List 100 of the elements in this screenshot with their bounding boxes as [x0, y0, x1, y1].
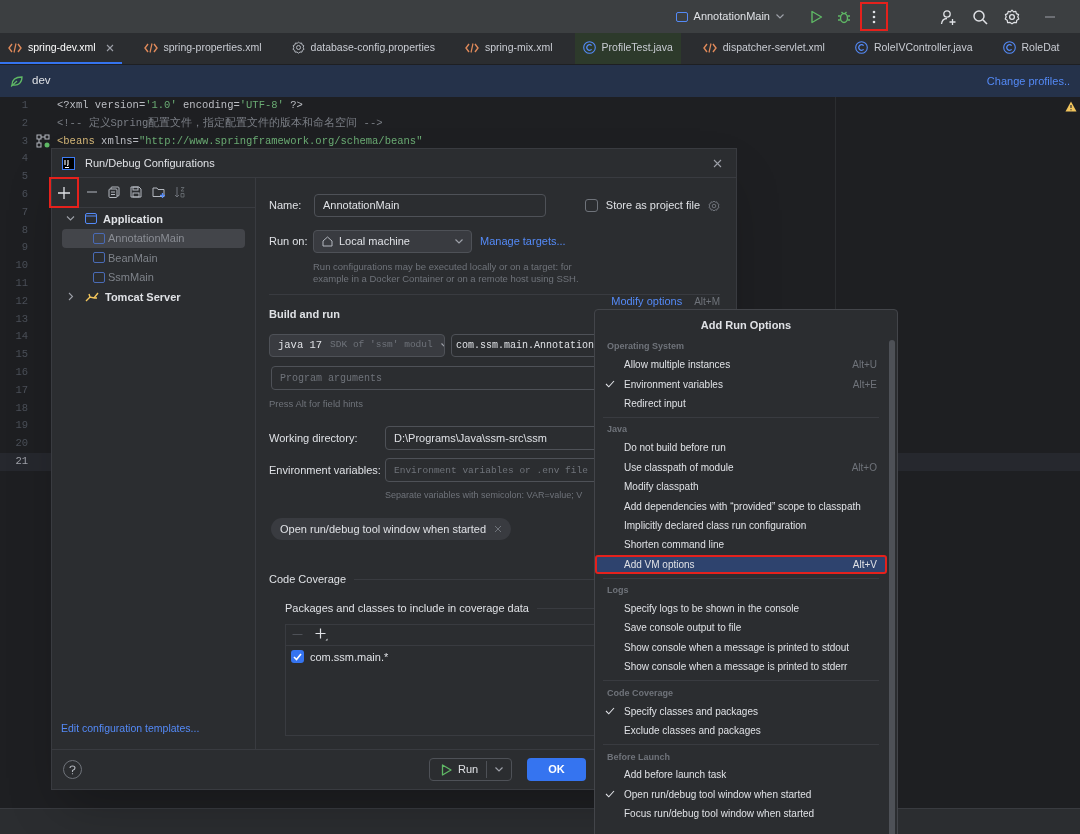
menu-item[interactable]: Show console when a message is printed to stderr: [595, 657, 887, 677]
edit-templates-link[interactable]: Edit configuration templates...: [52, 721, 255, 737]
file-tab[interactable]: spring-properties.xml: [135, 33, 270, 64]
copy-icon: [108, 186, 121, 199]
application-icon: [93, 252, 105, 264]
check-icon: [605, 790, 615, 799]
file-tab[interactable]: RoleIVController.java: [846, 33, 981, 64]
checkbox[interactable]: [584, 199, 598, 212]
menu-item[interactable]: Exclude classes and packages: [595, 720, 887, 741]
check-icon: [605, 380, 615, 389]
menu-item[interactable]: Add VM options Alt+V: [595, 554, 887, 574]
menu-item[interactable]: Redirect input: [595, 393, 887, 414]
ok-button[interactable]: OK: [527, 758, 586, 781]
option-chip[interactable]: Open run/debug tool window when started: [271, 517, 512, 540]
checkbox-label: Store as project file: [605, 198, 700, 214]
new-folder-icon: [152, 186, 165, 199]
save-icon: [130, 186, 143, 199]
change-profiles-link[interactable]: Change profiles..: [986, 72, 1070, 90]
leaf-icon: [10, 75, 24, 87]
application-icon: [675, 10, 688, 23]
name-field[interactable]: AnnotationMain: [314, 194, 546, 217]
sort-icon: [174, 186, 187, 199]
menu-item[interactable]: Add before launch task: [595, 765, 887, 785]
hint-text: Run configurations may be executed locally or on a target: for example in a Docker Container or on a remote host using SSH.: [313, 261, 580, 285]
close-icon: [105, 43, 114, 52]
app-logo-icon: [62, 156, 75, 170]
tree-item[interactable]: SsmMain: [62, 267, 245, 287]
code-file-icon: [143, 41, 158, 54]
menu-item[interactable]: Open run/debug tool window when started: [595, 784, 887, 805]
checkbox[interactable]: [291, 650, 304, 664]
close-icon[interactable]: [713, 158, 722, 168]
field-label: Run on:: [269, 234, 309, 250]
application-icon: [93, 232, 105, 244]
settings-icon: [1004, 8, 1020, 25]
more-icon: [872, 9, 876, 24]
code-file-icon: [8, 41, 22, 54]
tree-item[interactable]: Application: [62, 209, 245, 229]
dialog-title: Run/Debug Configurations: [85, 155, 216, 171]
tree-item[interactable]: Tomcat Server: [62, 287, 245, 307]
field-label: Environment variables:: [269, 463, 382, 478]
run-button[interactable]: Run: [429, 758, 512, 781]
section-label: Java: [606, 423, 629, 437]
menu-item[interactable]: Add dependencies with “provided” scope to classpath: [595, 496, 887, 516]
class-file-icon: [582, 41, 596, 54]
file-tab[interactable]: spring-mix.xml: [456, 33, 561, 64]
search-icon: [972, 8, 988, 25]
plus-icon: [58, 186, 70, 199]
profile-name: dev: [32, 73, 51, 89]
hint-text: Separate variables with semicolon: VAR=value; V: [385, 489, 583, 503]
class-file-icon: [1002, 41, 1016, 54]
close-icon: [494, 524, 503, 533]
tree-item[interactable]: BeanMain: [62, 248, 245, 268]
menu-item[interactable]: Save console output to file: [595, 618, 887, 638]
scrollbar[interactable]: [889, 340, 895, 834]
section-label: Logs: [606, 584, 630, 598]
class-file-icon: [854, 41, 868, 54]
section-heading: Build and run: [269, 307, 340, 323]
subsection-heading: Packages and classes to include in coverage data: [285, 601, 529, 617]
menu-item[interactable]: Shorten command line: [595, 535, 887, 555]
run-icon: [809, 9, 823, 24]
add-user-icon: [940, 8, 956, 25]
question-icon: [69, 764, 76, 775]
file-tab[interactable]: ProfileTest.java: [574, 33, 681, 64]
home-icon: [322, 236, 333, 247]
field-label: Working directory:: [269, 431, 359, 446]
menu-item[interactable]: Show console when a message is printed to stdout: [595, 637, 887, 658]
popup-title: Add Run Options: [699, 317, 793, 333]
shortcut-text: Alt+M: [694, 295, 720, 309]
menu-item[interactable]: Implicitly declared class run configuration: [595, 515, 887, 536]
plus-icon: [315, 628, 328, 642]
modify-options-link[interactable]: Modify options: [611, 293, 683, 310]
gear-icon: [708, 199, 720, 212]
section-label: Operating System: [606, 340, 686, 354]
add-button[interactable]: [49, 177, 79, 208]
file-tab[interactable]: dispatcher-servlet.xml: [694, 33, 833, 64]
application-icon: [85, 213, 97, 225]
line-number: 21: [14, 453, 28, 469]
list-item-text: com.ssm.main.*: [310, 649, 389, 665]
section-label: Code Coverage: [606, 686, 675, 700]
file-tab[interactable]: database-config.properties: [283, 33, 443, 64]
gear-file-icon: [291, 41, 305, 54]
section-label: Before Launch: [606, 750, 671, 764]
manage-targets-link[interactable]: Manage targets...: [480, 233, 566, 250]
run-config-selector[interactable]: AnnotationMain: [669, 4, 790, 29]
file-tab[interactable]: RoleDat: [994, 33, 1068, 64]
check-icon: [605, 707, 615, 716]
code-file-icon: [702, 41, 717, 54]
code-file-icon: [464, 41, 479, 54]
application-icon: [93, 271, 105, 283]
code-line: <?xml version='1.0' encoding='UTF-8' ?>: [57, 98, 303, 113]
run-on-dropdown[interactable]: Local machine: [313, 230, 472, 253]
hint-text: Press Alt for field hints: [269, 397, 363, 411]
field-label: Name:: [269, 198, 303, 214]
menu-item[interactable]: Specify classes and packages: [595, 701, 887, 721]
menu-item[interactable]: Focus run/debug tool window when started: [595, 804, 887, 824]
add-button[interactable]: [315, 627, 328, 642]
chevron-right-icon: [66, 292, 75, 302]
section-heading: Code Coverage: [269, 571, 347, 587]
menu-item[interactable]: Specify logs to be shown in the console: [595, 598, 887, 619]
chevron-down-icon: [66, 214, 75, 224]
